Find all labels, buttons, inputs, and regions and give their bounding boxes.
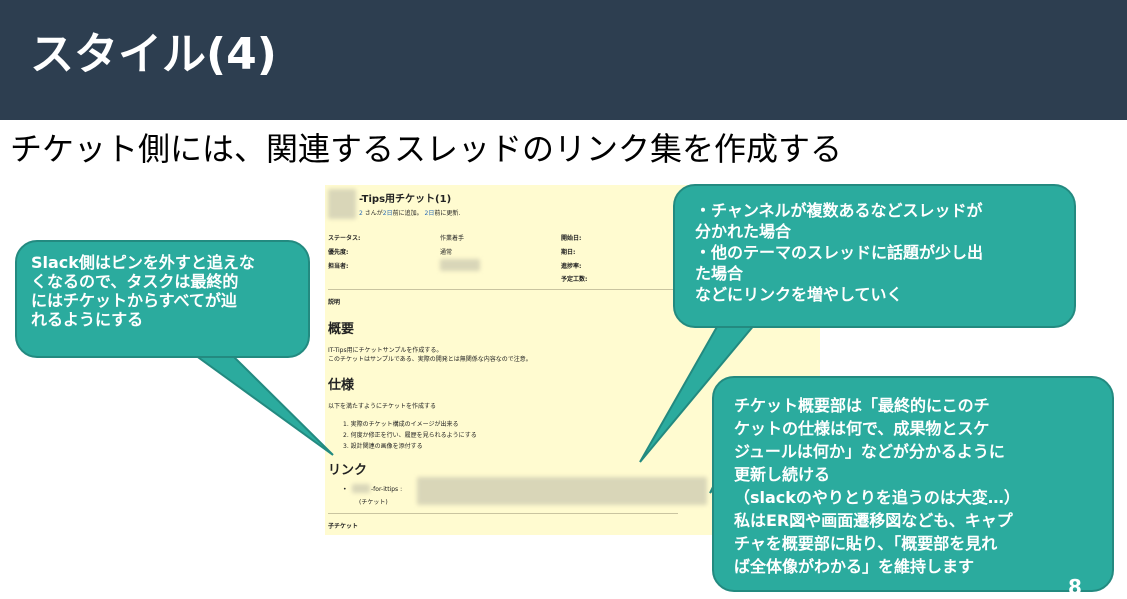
- slide-title: スタイル(4): [30, 29, 277, 80]
- meta-mid: 前に追加。: [392, 210, 423, 217]
- meta-prefix: さんが: [364, 210, 383, 217]
- progress-label: 進捗率:: [561, 263, 582, 270]
- divider: [328, 513, 678, 514]
- left-callout: Slack側はピンを外すと追えな くなるので、タスクは最終的 にはチケットからす…: [15, 240, 310, 358]
- overview-line-1: IT-Tips用にチケットサンプルを作成する。: [328, 347, 443, 354]
- left-callout-text: Slack側はピンを外すと追えな くなるので、タスクは最終的 にはチケットからす…: [31, 253, 255, 329]
- overview-line-2: このチケットはサンプルである、実際の開発とは無関係な内容なので注意。: [328, 356, 532, 363]
- assignee-blur: [440, 259, 480, 271]
- meta-updated-link[interactable]: 2日: [425, 210, 435, 217]
- divider: [328, 289, 678, 290]
- spec-heading: 仕様: [328, 378, 355, 393]
- left-callout-tail: [191, 354, 334, 456]
- overview-heading: 概要: [328, 322, 355, 337]
- ticket-meta: 2 さんが2日前に追加。 2日前に更新.: [359, 208, 460, 217]
- due-date-label: 期日:: [561, 249, 576, 256]
- bottom-right-callout: チケット概要部は「最終的にこのチ ケットの仕様は何で、成果物とスケ ジュールは何…: [712, 376, 1114, 592]
- ticket-avatar-blur: [328, 189, 356, 219]
- spec-item-3: 3. 設計関連の画像を添付する: [343, 443, 423, 450]
- ticket-title: -Tips用チケット(1): [359, 194, 452, 205]
- link-url-blur: [417, 477, 707, 505]
- description-label: 説明: [328, 299, 341, 306]
- link-bullet: •: [343, 486, 347, 493]
- page-number: 8: [1068, 575, 1082, 599]
- slide-subtitle: チケット側には、関連するスレッドのリンク集を作成する: [10, 130, 843, 168]
- slide-header: スタイル(4): [0, 0, 1127, 120]
- spec-item-2: 2. 何度か修正を行い、履歴を見られるようにする: [343, 432, 477, 439]
- top-right-callout: ・チャンネルが複数あるなどスレッドが 分かれた場合 ・他のテーマのスレッドに話題…: [673, 184, 1076, 328]
- bottom-right-callout-text: チケット概要部は「最終的にこのチ ケットの仕様は何で、成果物とスケ ジュールは何…: [734, 396, 1020, 576]
- estimate-label: 予定工数:: [561, 276, 588, 283]
- link-item[interactable]: -for-ittips :: [371, 486, 402, 493]
- start-date-label: 開始日:: [561, 235, 582, 242]
- author-link[interactable]: 2: [359, 210, 363, 217]
- spec-intro: 以下を満たすようにチケットを作成する: [328, 403, 437, 410]
- status-value: 作業着手: [440, 235, 465, 242]
- link-heading: リンク: [328, 463, 368, 478]
- link-prefix-blur: [352, 484, 370, 493]
- status-label: ステータス:: [328, 235, 361, 242]
- priority-value: 通常: [440, 249, 453, 256]
- spec-item-1: 1. 実際のチケット構成のイメージが出来る: [343, 421, 459, 428]
- child-tickets-label: 子チケット: [328, 523, 359, 530]
- top-right-callout-text: ・チャンネルが複数あるなどスレッドが 分かれた場合 ・他のテーマのスレッドに話題…: [695, 201, 984, 304]
- meta-suffix: 前に更新.: [434, 210, 461, 217]
- priority-label: 優先度:: [328, 249, 349, 256]
- assignee-label: 担当者:: [328, 263, 349, 270]
- meta-added-link[interactable]: 2日: [383, 210, 393, 217]
- link-subtext: (チケット): [359, 499, 388, 506]
